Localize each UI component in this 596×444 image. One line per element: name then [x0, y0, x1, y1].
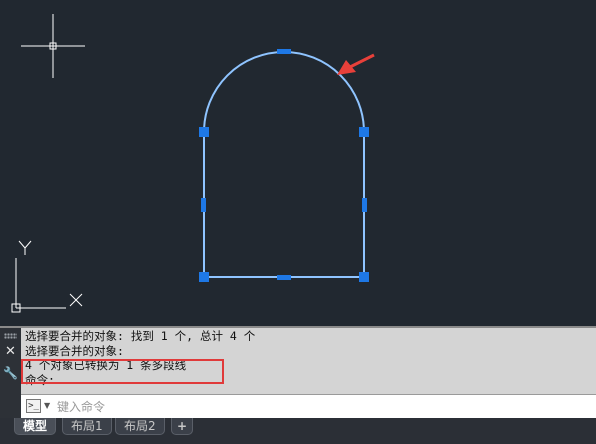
drawing-svg[interactable]: [0, 0, 596, 326]
grip-vertex[interactable]: [199, 127, 209, 137]
close-icon[interactable]: ✕: [3, 344, 18, 359]
command-prompt-icon[interactable]: >_: [26, 399, 41, 413]
grip-vertex[interactable]: [199, 272, 209, 282]
command-input-row: >_ ▼: [21, 394, 596, 418]
grip-midpoint[interactable]: [277, 49, 291, 54]
command-input[interactable]: [57, 397, 577, 417]
command-line-gutter: ✕ 🔧: [0, 328, 21, 420]
grip-vertex[interactable]: [359, 272, 369, 282]
layout-tabs-bar: 模型 布局1 布局2 +: [0, 418, 596, 444]
grip-points[interactable]: [199, 49, 369, 282]
grip-midpoint[interactable]: [277, 275, 291, 280]
drag-grip-icon[interactable]: [4, 333, 17, 339]
tab-layout1[interactable]: 布局1: [62, 418, 112, 435]
crosshair-cursor: [21, 14, 85, 78]
highlight-annotation-box: [21, 359, 224, 384]
grip-midpoint[interactable]: [362, 198, 367, 212]
tab-model[interactable]: 模型: [14, 418, 57, 435]
annotation-arrow-icon: [337, 53, 375, 75]
history-line: 选择要合并的对象: 找到 1 个, 总计 4 个: [25, 329, 256, 343]
add-layout-button[interactable]: +: [171, 418, 194, 435]
grip-midpoint[interactable]: [201, 198, 206, 212]
polyline-arch[interactable]: [203, 51, 365, 278]
grip-vertex[interactable]: [359, 127, 369, 137]
history-line: 选择要合并的对象:: [25, 343, 124, 358]
drawing-canvas[interactable]: [0, 0, 596, 326]
tab-layout2[interactable]: 布局2: [115, 418, 165, 435]
command-line-panel: ✕ 🔧 选择要合并的对象: 找到 1 个, 总计 4 个 选择要合并的对象: 4…: [0, 326, 596, 420]
dropdown-icon[interactable]: ▼: [44, 399, 50, 413]
ucs-icon: [11, 240, 83, 313]
wrench-icon[interactable]: 🔧: [3, 366, 18, 381]
